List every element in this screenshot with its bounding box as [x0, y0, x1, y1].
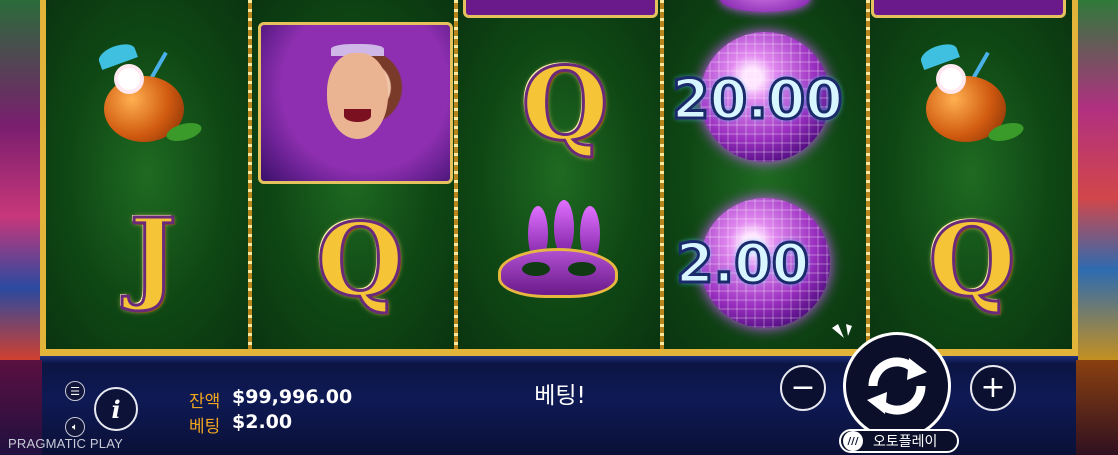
spin-icon	[867, 357, 927, 415]
balance-value: $99,996.00	[232, 386, 353, 408]
coconut-drink-symbol	[96, 40, 206, 156]
menu-button[interactable]: ☰	[65, 381, 85, 401]
status-message: 베팅!	[534, 383, 586, 409]
info-icon: i	[111, 394, 121, 424]
sparkle-icon	[832, 324, 852, 338]
letter-q: Q	[927, 201, 1017, 319]
bet-label: 베팅	[189, 417, 221, 437]
minus-icon: −	[790, 370, 816, 405]
slot-game: J Q Q 20.00 2.00 Q ☰ 🔈︎ i PRAGMATIC PLAY…	[0, 0, 1118, 455]
decrease-bet-button[interactable]: −	[780, 365, 826, 411]
right-decoration-bottom	[1076, 360, 1118, 455]
flower-icon	[118, 68, 140, 90]
dancer-portrait-partial	[463, 0, 658, 18]
info-button[interactable]: i	[94, 387, 138, 431]
balance-label: 잔액	[189, 392, 221, 412]
menu-icon: ☰	[70, 384, 80, 398]
brand-logo: PRAGMATIC PLAY	[8, 436, 124, 451]
coconut-drink-symbol	[918, 40, 1028, 156]
letter-j: J	[128, 196, 178, 314]
mask-icon	[498, 248, 618, 298]
disco-ball-value: 2.00	[674, 231, 810, 297]
flower-icon	[940, 68, 962, 90]
dancer-portrait-symbol	[258, 22, 453, 184]
letter-j-symbol: J	[98, 200, 208, 310]
letter-q: Q	[315, 201, 405, 319]
left-decoration	[0, 0, 42, 360]
plus-icon: +	[980, 370, 1006, 405]
letter-q: Q	[520, 45, 610, 163]
autoplay-label: 오토플레이	[873, 434, 938, 450]
face-icon	[327, 53, 388, 139]
autoplay-button[interactable]: /// 오토플레이	[839, 429, 959, 453]
mask-eye-icon	[568, 262, 596, 276]
mask-eye-icon	[522, 262, 550, 276]
sound-icon: 🔈︎	[72, 421, 78, 433]
sound-button[interactable]: 🔈︎	[65, 417, 85, 437]
disco-ball-value: 20.00	[671, 67, 845, 133]
increase-bet-button[interactable]: +	[970, 365, 1016, 411]
bet-value: $2.00	[232, 411, 293, 433]
letter-q-symbol: Q	[912, 200, 1032, 320]
smile-icon	[344, 109, 371, 122]
masquerade-mask-symbol	[488, 200, 628, 330]
dancer-portrait-partial	[871, 0, 1066, 18]
letter-q-symbol: Q	[505, 44, 625, 164]
autoplay-icon: ///	[843, 431, 863, 451]
right-decoration	[1076, 0, 1118, 360]
letter-q-symbol: Q	[300, 200, 420, 320]
spin-button[interactable]	[843, 332, 951, 440]
